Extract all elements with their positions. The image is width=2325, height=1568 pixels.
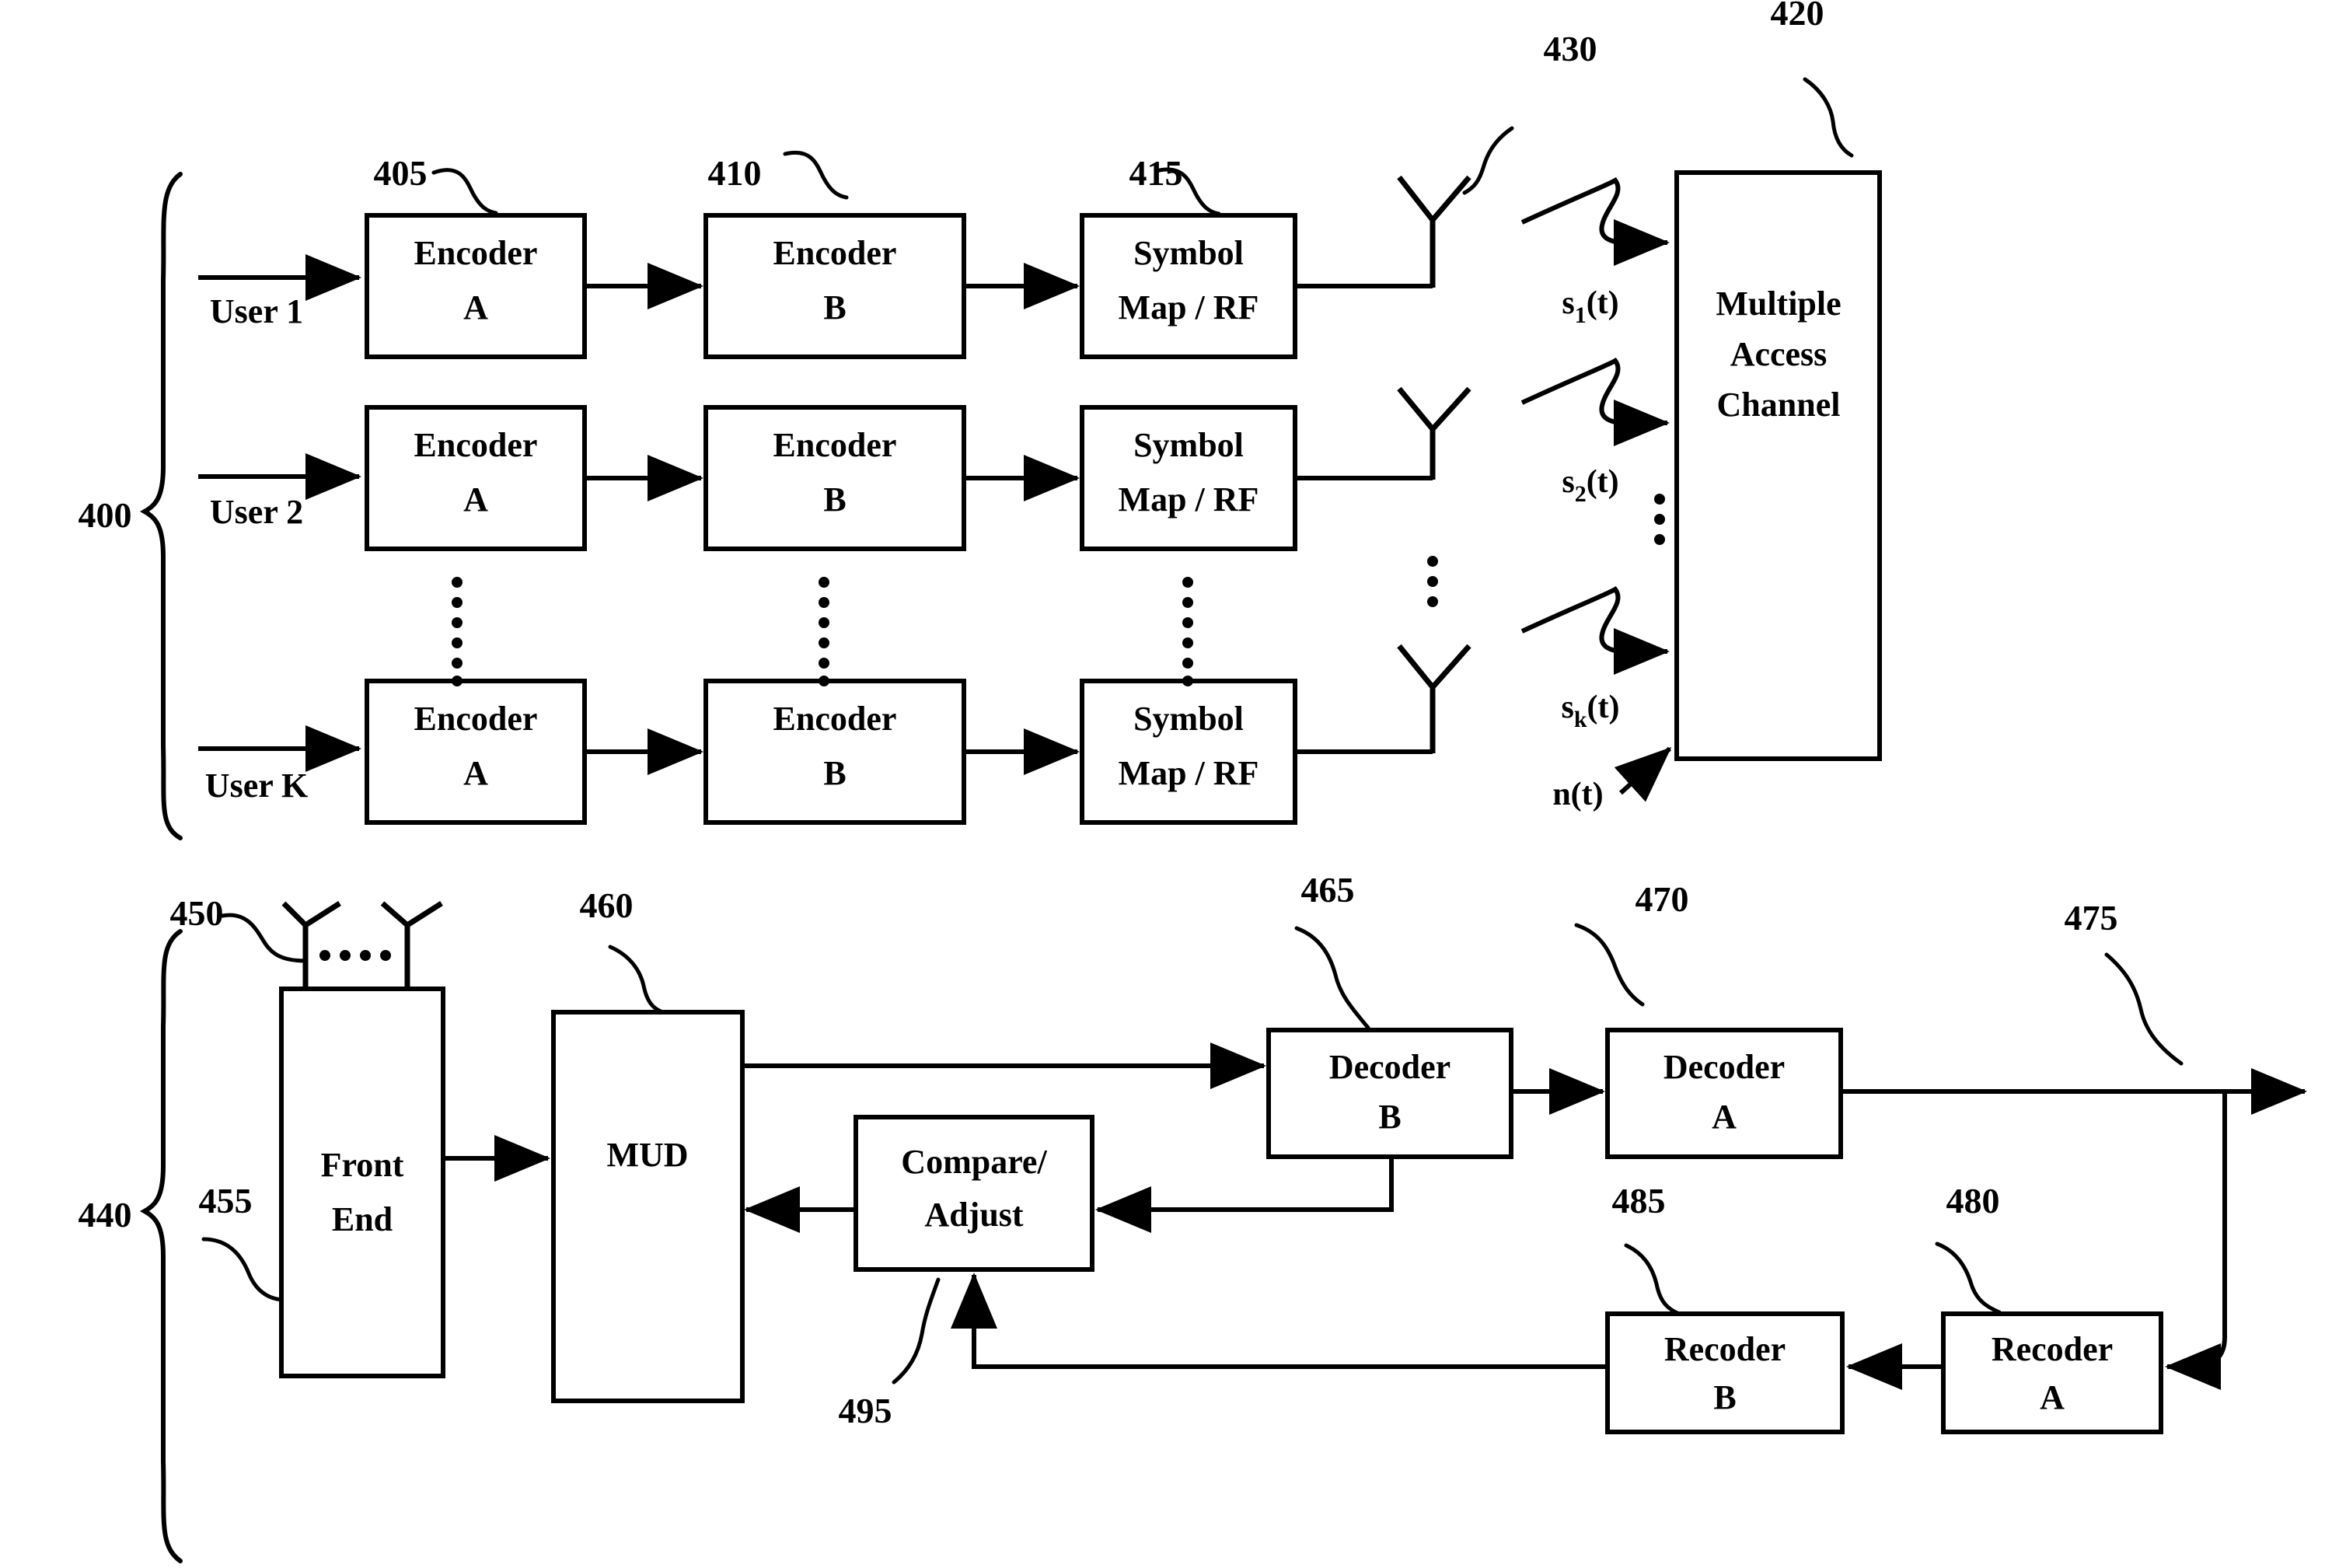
ref-455: 455	[199, 1181, 253, 1221]
encoder-a-2-label-line1: Encoder	[414, 426, 538, 464]
output-to-recoder-a-branch	[2165, 1091, 2227, 1390]
ref-480-leader	[1935, 1241, 2002, 1315]
mac-label-line1: Multiple	[1716, 285, 1841, 323]
receive-antenna-1-icon	[281, 901, 341, 989]
ref-470-leader	[1574, 923, 1645, 1007]
signal-column-ellipsis	[1654, 494, 1665, 545]
ref-480: 480	[1946, 1181, 2000, 1221]
transmit-antenna-1-icon	[1397, 175, 1471, 288]
decoder-b-label-line2: B	[1378, 1098, 1401, 1136]
receiver-group-brace	[139, 929, 183, 1563]
recoder-b-to-compare-line	[951, 1273, 1608, 1369]
ref-455-leader	[201, 1237, 284, 1302]
ref-405: 405	[374, 153, 428, 193]
ref-430-leader	[1462, 126, 1514, 195]
symbolmap-column-ellipsis	[1182, 577, 1193, 686]
encoder-a-2-label-line2: A	[463, 480, 488, 519]
recoder-b-label-line2: B	[1713, 1378, 1736, 1416]
receive-antenna-ellipsis	[319, 950, 391, 961]
ref-405-leader	[431, 168, 498, 215]
ref-470: 470	[1636, 879, 1689, 919]
user-k-label: User K	[205, 767, 308, 805]
encoder-a-1-label-line2: A	[463, 288, 488, 327]
ref-460: 460	[580, 885, 634, 925]
recoder-a-label-line1: Recoder	[1992, 1330, 2113, 1368]
transmit-antenna-k-icon	[1397, 644, 1471, 753]
ref-420: 420	[1771, 0, 1824, 33]
ref-450-leader	[220, 913, 308, 963]
signal-s1-label: s1(t)	[1562, 285, 1618, 328]
transmitter-group-brace	[139, 172, 183, 840]
ref-465: 465	[1301, 870, 1355, 910]
decoder-a-label-line1: Decoder	[1663, 1048, 1785, 1086]
ref-460-leader	[608, 945, 665, 1014]
compare-adjust-box[interactable]	[854, 1115, 1094, 1272]
ref-495-leader	[892, 1277, 941, 1385]
signal-s1-arrow	[1520, 177, 1670, 266]
encoder-a-column-ellipsis	[452, 577, 463, 686]
symbol-map-k-label-line1: Symbol	[1133, 700, 1244, 738]
mud-box[interactable]	[551, 1010, 745, 1403]
ref-400: 400	[79, 495, 132, 535]
ref-475: 475	[2065, 898, 2118, 938]
noise-input-arrow	[1614, 746, 1672, 802]
ref-440: 440	[79, 1195, 132, 1234]
encoder-b-column-ellipsis	[819, 577, 829, 686]
multiple-access-channel-box[interactable]	[1674, 170, 1882, 761]
encoder-b-k-label-line2: B	[823, 754, 846, 792]
receive-antenna-n-icon	[380, 901, 443, 989]
signal-sk-label: sk(t)	[1561, 690, 1619, 732]
figure-canvas: 400 User 1 Encoder A Encoder B Symbol Ma…	[79, 0, 2307, 1563]
symbol-map-2-label-line2: Map / RF	[1119, 480, 1259, 519]
transmit-antenna-2-icon	[1397, 386, 1471, 480]
front-end-label-line1: Front	[321, 1146, 404, 1184]
recoder-b-label-line1: Recoder	[1664, 1330, 1786, 1368]
mac-label-line2: Access	[1730, 335, 1828, 373]
ref-420-leader	[1803, 77, 1854, 158]
encoder-a-k-label-line2: A	[463, 754, 488, 792]
ref-485-leader	[1624, 1243, 1681, 1316]
user-1-label: User 1	[210, 292, 303, 330]
compare-adjust-label-line1: Compare/	[901, 1143, 1047, 1181]
encoder-a-k-label-line1: Encoder	[414, 700, 538, 738]
decoder-a-label-line2: A	[1712, 1098, 1737, 1136]
encoder-b-1-label-line2: B	[823, 288, 846, 327]
compare-adjust-label-line2: Adjust	[924, 1196, 1023, 1234]
ref-410: 410	[708, 153, 762, 193]
ref-465-leader	[1294, 926, 1370, 1030]
encoder-b-k-label-line1: Encoder	[773, 700, 897, 738]
signal-s2-arrow	[1520, 358, 1670, 446]
ref-485: 485	[1612, 1181, 1666, 1221]
encoder-b-1-label-line1: Encoder	[773, 234, 897, 272]
symbol-map-k-label-line2: Map / RF	[1119, 754, 1259, 792]
ref-495: 495	[839, 1391, 892, 1430]
ref-430: 430	[1544, 29, 1597, 68]
mud-label: MUD	[606, 1136, 688, 1174]
mac-label-line3: Channel	[1717, 386, 1841, 424]
antenna-column-ellipsis	[1427, 556, 1438, 607]
ref-410-leader	[783, 150, 849, 200]
user-2-label: User 2	[210, 493, 303, 531]
symbol-map-1-label-line2: Map / RF	[1119, 288, 1259, 327]
ref-475-leader	[2104, 952, 2184, 1066]
encoder-b-2-label-line2: B	[823, 480, 846, 519]
signal-s2-label: s2(t)	[1562, 464, 1618, 507]
encoder-b-2-label-line1: Encoder	[773, 426, 897, 464]
symbol-map-2-label-line1: Symbol	[1133, 426, 1244, 464]
decoder-b-label-line1: Decoder	[1329, 1048, 1451, 1086]
ref-450: 450	[170, 893, 224, 933]
recoder-a-label-line2: A	[2040, 1378, 2065, 1416]
symbol-map-1-label-line1: Symbol	[1133, 234, 1244, 272]
signal-sk-arrow	[1520, 586, 1670, 675]
noise-label: n(t)	[1552, 777, 1603, 812]
decoder-b-to-compare-line	[1095, 1157, 1394, 1233]
front-end-label-line2: End	[332, 1200, 393, 1238]
patent-figure: 400 User 1 Encoder A Encoder B Symbol Ma…	[0, 0, 2325, 1568]
encoder-a-1-label-line1: Encoder	[414, 234, 538, 272]
